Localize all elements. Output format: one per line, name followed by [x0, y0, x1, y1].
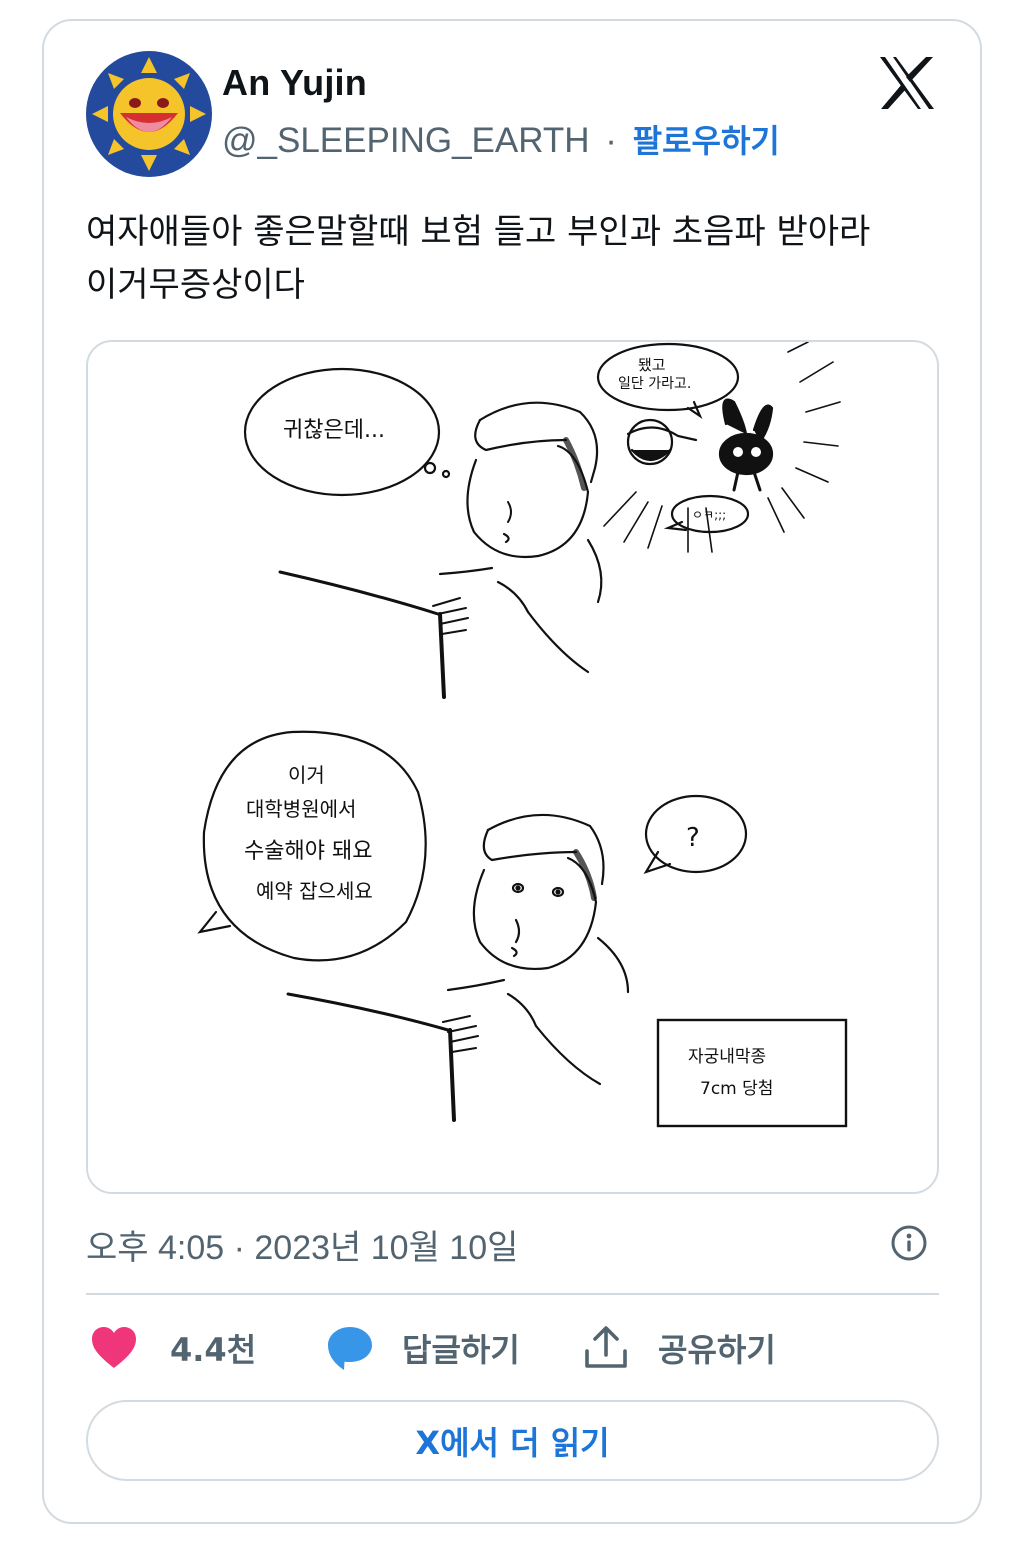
author-name[interactable]: An Yujin [222, 62, 367, 104]
share-icon [585, 1326, 627, 1368]
like-count: 4.4천 [170, 1331, 257, 1369]
heart-icon [92, 1327, 136, 1368]
tweet-text: 여자애들아 좋은말할때 보험 들고 부인과 초음파 받아라 이거무증상이다 [86, 212, 871, 305]
sun-avatar-icon[interactable] [86, 51, 212, 177]
doctor-line1: 이거 [288, 763, 325, 787]
share-button[interactable]: 공유하기 [584, 1320, 776, 1376]
separator-dot: · [605, 121, 617, 160]
read-more-button[interactable]: X에서 더 읽기 [86, 1400, 939, 1481]
thought-text: 귀찮은데... [283, 418, 385, 443]
reply-button[interactable]: 답글하기 [326, 1320, 520, 1376]
divider [86, 1293, 939, 1295]
follow-link[interactable]: 팔로우하기 [633, 122, 780, 160]
caption-line2: 7cm 당첨 [700, 1079, 773, 1099]
x-logo-icon[interactable] [878, 56, 936, 110]
question-text: ? [686, 823, 700, 853]
share-label: 공유하기 [658, 1331, 776, 1369]
doctor-line4: 예약 잡으세요 [256, 879, 373, 903]
like-button[interactable]: 4.4천 [90, 1320, 256, 1376]
author-handle[interactable]: @_SLEEPING_EARTH [222, 121, 590, 160]
caption-box [656, 1018, 848, 1128]
small-speech-text: ㅇㅋ;;; [692, 508, 726, 522]
action-bar: 4.4천 답글하기 공유하기 [86, 1320, 939, 1376]
doctor-line3: 수술해야 돼요 [244, 839, 372, 864]
read-more-label: X에서 더 읽기 [415, 1423, 610, 1462]
reply-label: 답글하기 [402, 1331, 520, 1369]
reply-bubble-icon [328, 1327, 372, 1370]
doctor-line2: 대학병원에서 [246, 797, 356, 821]
side-speech-line2: 일단 가라고. [618, 376, 691, 392]
caption-line1: 자궁내막종 [688, 1047, 766, 1067]
info-icon[interactable] [890, 1224, 928, 1262]
author-handle-row: @_SLEEPING_EARTH · 팔로우하기 [222, 116, 780, 162]
tweet-media-comic[interactable]: 귀찮은데... 됐고 일단 가라고. ㅇㅋ;;; 이거 대학병원에서 수술해야 … [86, 340, 939, 1194]
tweet-timestamp[interactable]: 오후 4:05 · 2023년 10월 10일 [86, 1220, 518, 1269]
comic-drawing: 귀찮은데... 됐고 일단 가라고. ㅇㅋ;;; 이거 대학병원에서 수술해야 … [197, 342, 848, 1128]
side-speech-line1: 됐고 [638, 356, 666, 374]
